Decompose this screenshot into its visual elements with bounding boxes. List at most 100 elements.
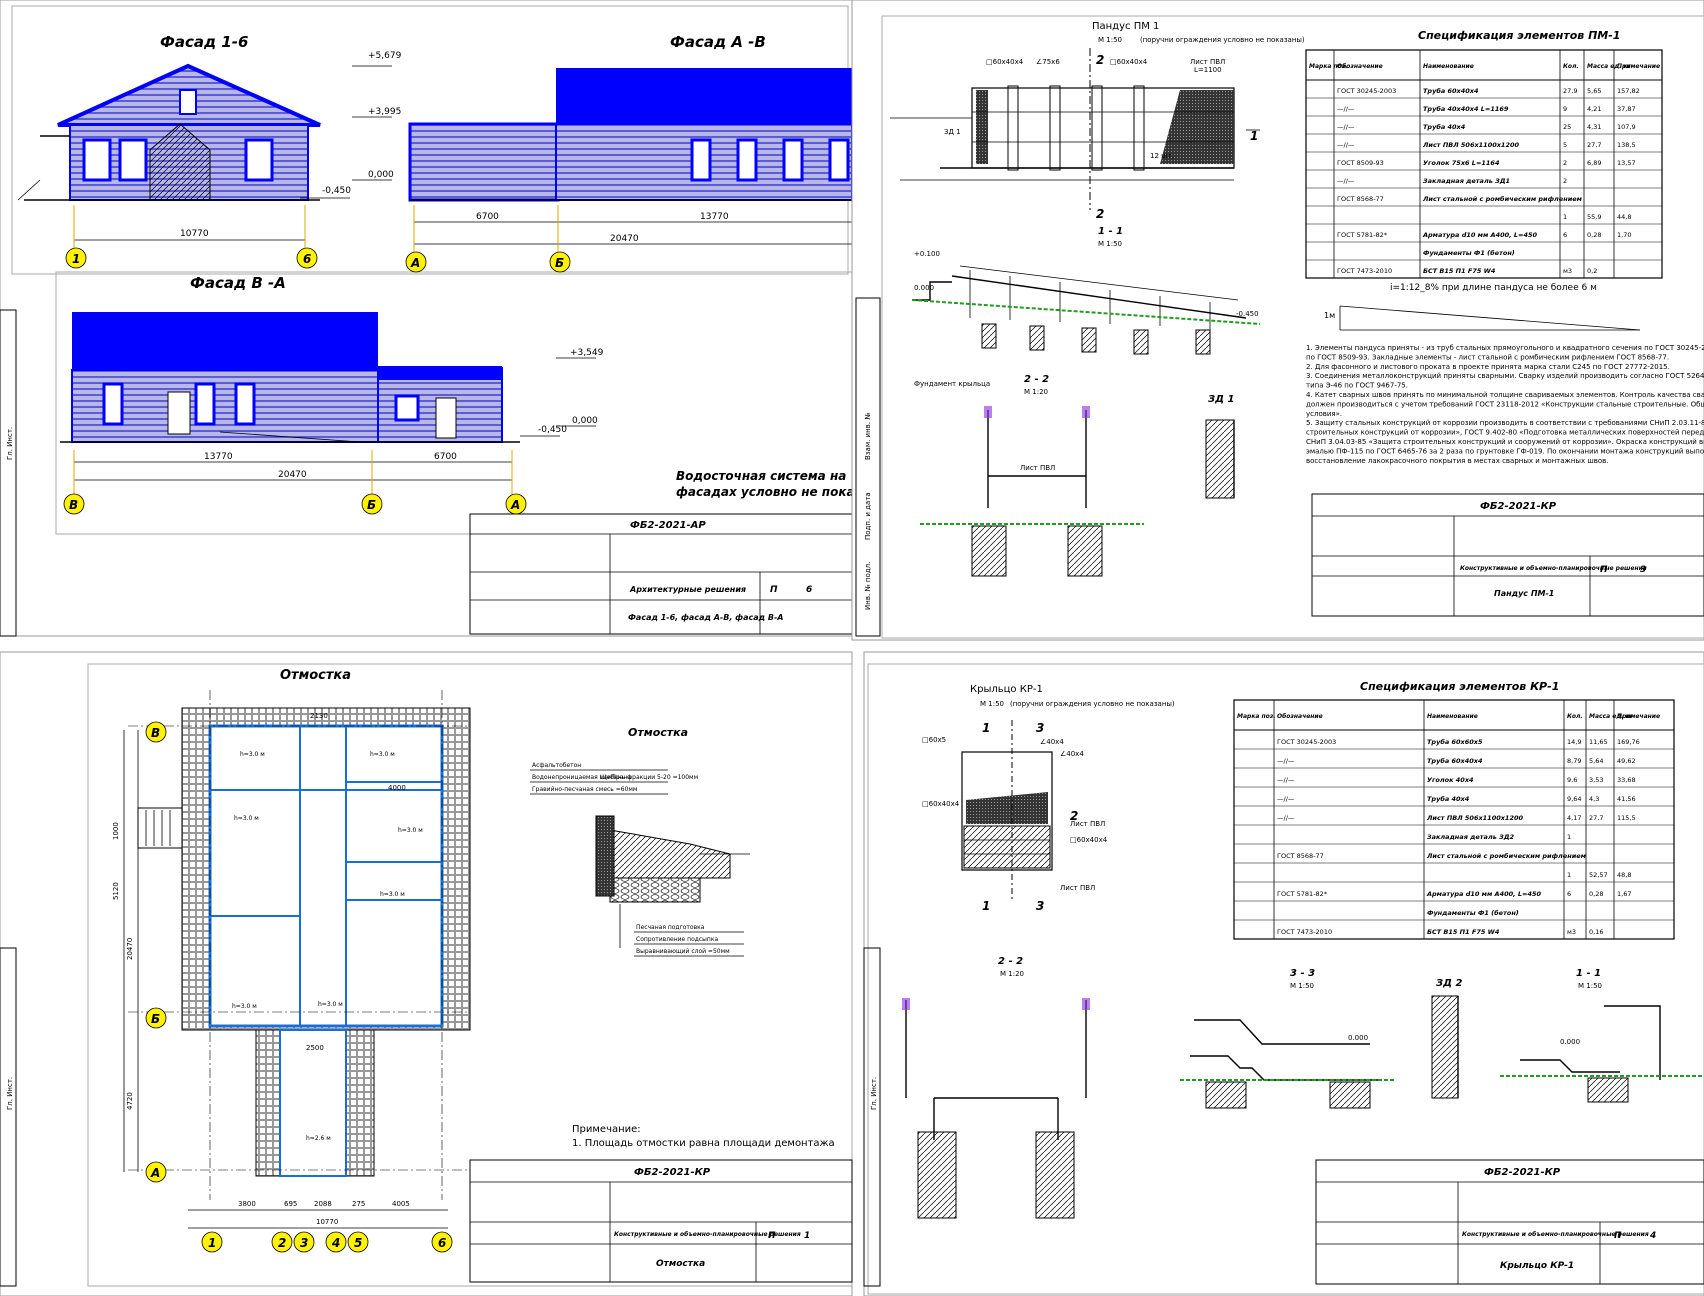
spec-cell: Труба 40x4 <box>1427 795 1470 803</box>
spec-cell: ГОСТ 30245-2003 <box>1277 738 1336 746</box>
dim-label: 695 <box>284 1200 297 1208</box>
height-label: h=3.0 м <box>398 827 423 834</box>
height-label: h=3.0 м <box>370 751 395 758</box>
spec-cell: —//— <box>1277 776 1295 784</box>
spec-cell: 49,62 <box>1617 757 1636 765</box>
spec-cell: —//— <box>1277 795 1295 803</box>
spec-table: Марка поз.ОбозначениеНаименованиеКол.Мас… <box>1233 699 1675 940</box>
spec-cell: Закладная деталь ЗД2 <box>1427 833 1514 841</box>
dim-label: 20470 <box>610 234 639 244</box>
level-label: 0.000 <box>1560 1038 1580 1046</box>
spec-cell: 5 <box>1563 141 1567 149</box>
kr-title: Крыльцо КР-1 <box>970 684 1043 695</box>
dim-label: 2130 <box>310 712 328 720</box>
spec-cell: 107,9 <box>1617 123 1636 131</box>
facade-ba-title: Фасад В -А <box>190 274 286 292</box>
stamp-name: Крыльцо КР-1 <box>1500 1261 1574 1271</box>
section-scale: М 1:20 <box>1000 970 1024 978</box>
spec-cell: 4,21 <box>1587 105 1601 113</box>
stamp-stage: П <box>768 1231 776 1241</box>
spec-cell: 0,28 <box>1587 231 1601 239</box>
level-label: -0,450 <box>538 425 567 435</box>
profile-label: □60x40x4 <box>986 58 1024 66</box>
profile-label: Лист ПВЛ <box>1190 58 1225 66</box>
spec-cell: Труба 40x40x4 L=1169 <box>1423 105 1509 113</box>
stamp-sheet: 6 <box>806 585 812 595</box>
level-label: +5,679 <box>368 51 402 61</box>
stamp-code: ФБ2-2021-КР <box>634 1167 711 1178</box>
dim-label: 5120 <box>112 882 120 900</box>
spec-cell: 1,70 <box>1617 231 1631 239</box>
note-line: 2. Для фасонного и листового проката в п… <box>1306 363 1670 371</box>
spec-cell: Лист стальной с ромбическим рифлением <box>1426 852 1587 860</box>
axis-label: Б <box>151 1012 160 1026</box>
spec-table: Марка поз.ОбозначениеНаименованиеКол.Мас… <box>1305 49 1663 279</box>
dim-label: 4005 <box>392 1200 410 1208</box>
level-label: 0.000 <box>914 284 934 292</box>
spec-head-cell: Наименование <box>1427 713 1478 720</box>
spec-cell: Лист ПВЛ 506x1100x1200 <box>1422 141 1520 149</box>
foundation-label: Фундамент крыльца <box>914 380 990 388</box>
stamp-code: ФБ2-2021-АР <box>630 520 706 531</box>
level-label: +3,995 <box>368 107 401 117</box>
layer-label: Сопротивление подсыпка <box>636 936 718 943</box>
section-mark: 2 <box>1096 207 1104 221</box>
dim-label: 2088 <box>314 1200 332 1208</box>
spec-cell: 0,2 <box>1587 267 1597 275</box>
layer-label: Щебень фракции 5-20 =100мм <box>600 774 698 781</box>
spec-cell: 2 <box>1563 159 1567 167</box>
height-label: h=3.0 м <box>318 1001 343 1008</box>
stamp-section: Конструктивные и объемно-планировочные р… <box>1460 565 1647 572</box>
profile-label: □60x40x4 <box>1070 836 1108 844</box>
spec-cell: ГОСТ 5781-82* <box>1337 231 1388 239</box>
spec-cell: —//— <box>1277 757 1295 765</box>
otm-note-title: Примечание: <box>572 1124 641 1135</box>
dim-label: 13770 <box>204 452 233 462</box>
spec-cell: —//— <box>1337 123 1355 131</box>
spec-cell: Труба 60x60x5 <box>1427 738 1483 746</box>
spec-cell: Труба 40x4 <box>1423 123 1466 131</box>
spec-cell: 33,68 <box>1617 776 1636 784</box>
spec-cell: 9,6 <box>1567 776 1577 784</box>
side-label: Инв. № подл. <box>864 562 872 610</box>
spec-cell: 4,3 <box>1589 795 1599 803</box>
axis-label: 1 <box>208 1236 216 1250</box>
side-label: Подп. и дата <box>864 492 872 540</box>
kr-spec: Спецификация элементов КР-1 Марка поз. Об… <box>1233 680 1675 940</box>
section-mark: 2 <box>1096 53 1104 67</box>
spec-cell: 3,53 <box>1589 776 1603 784</box>
sheet-facades: Фасад 1-6 Фасад А -В Фасад В -А +5,679 +… <box>0 0 891 637</box>
dim-label: 1000 <box>112 822 120 840</box>
section-scale: М 1:50 <box>1578 982 1602 990</box>
section-mark: 1 <box>982 899 990 913</box>
side-label: Гл. Инст. <box>6 1077 14 1110</box>
spec-cell: —//— <box>1277 814 1295 822</box>
spec-cell: 25 <box>1563 123 1571 131</box>
profile-label: 12 шт. <box>1150 152 1174 160</box>
spec-cell: 52,57 <box>1589 871 1608 879</box>
otm-section-title: Отмостка <box>628 726 688 739</box>
stamp-stage: П <box>770 585 778 595</box>
axis-label: 4 <box>331 1236 340 1250</box>
spec-cell: ГОСТ 7473-2010 <box>1337 267 1392 275</box>
layer-label: Выравнивающий слой =50мм <box>636 948 730 955</box>
spec-cell: БСТ В15 П1 F75 W4 <box>1427 928 1500 936</box>
section-title: 3 - 3 <box>1290 968 1315 979</box>
spec-title: Спецификация элементов ПМ-1 <box>1418 29 1620 42</box>
level-label: 0,000 <box>368 170 394 180</box>
level-label: +3,549 <box>570 348 604 358</box>
spec-cell: 169,76 <box>1617 738 1640 746</box>
spec-cell: 27,7 <box>1587 141 1601 149</box>
level-label: -0.450 <box>1236 310 1259 318</box>
spec-head-cell: Наименование <box>1423 63 1474 70</box>
spec-cell: 6,89 <box>1587 159 1601 167</box>
dim-label: 6700 <box>476 212 499 222</box>
note-line: 5. Защиту стальных конструкций от корроз… <box>1306 419 1704 427</box>
dim-label: 6700 <box>434 452 457 462</box>
spec-cell: 2 <box>1563 177 1567 185</box>
profile-label: ∠40x4 <box>1040 738 1064 746</box>
stamp-name: Отмостка <box>656 1259 705 1269</box>
dim-label: 13770 <box>700 212 729 222</box>
spec-cell: Фундаменты Ф1 (бетон) <box>1427 909 1519 917</box>
note-line: типа Э-46 по ГОСТ 9467-75. <box>1306 382 1408 390</box>
